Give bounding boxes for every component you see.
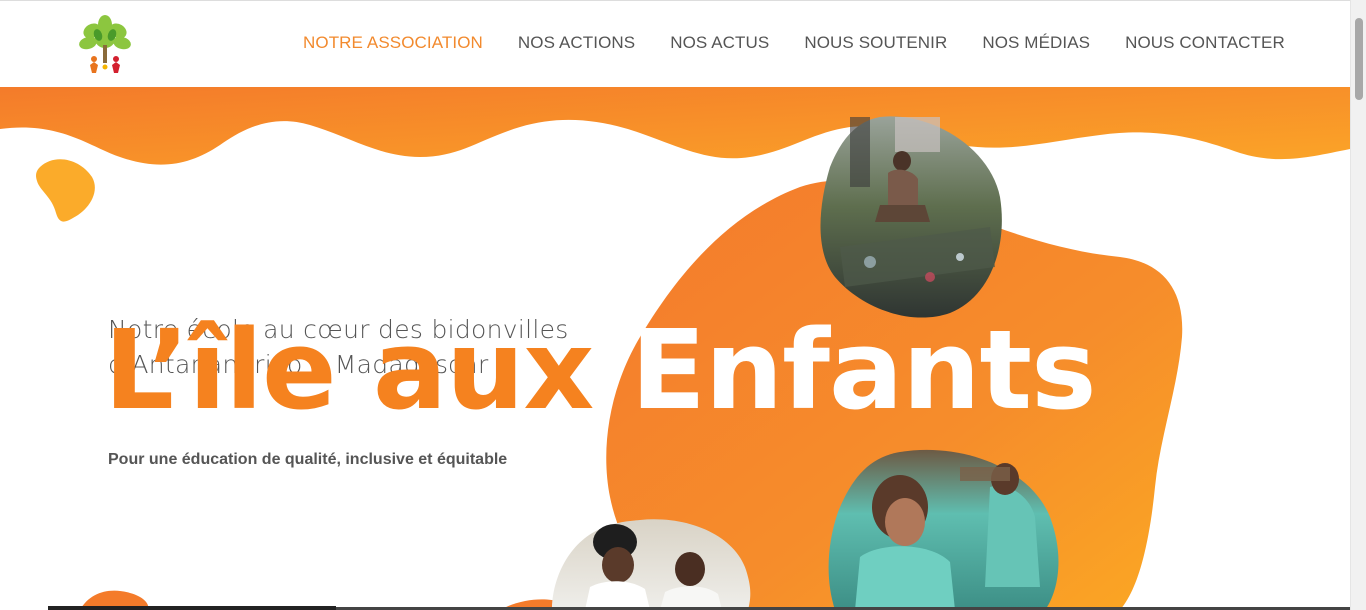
bottom-divider: [48, 606, 336, 610]
nav-item-nos-actus[interactable]: NOS ACTUS: [670, 33, 769, 53]
page-scrollbar[interactable]: [1350, 0, 1366, 610]
hero-title-white: Enfants: [630, 306, 1097, 434]
hero-section: Notre école au cœur des bidonvilles d'An…: [0, 87, 1350, 610]
nav-item-nos-medias[interactable]: NOS MÉDIAS: [982, 33, 1090, 53]
nav-item-notre-association[interactable]: NOTRE ASSOCIATION: [303, 33, 483, 53]
hero-title: L’île aux Enfants: [104, 310, 1097, 430]
association-logo[interactable]: [78, 11, 132, 79]
nav-item-nous-soutenir[interactable]: NOUS SOUTENIR: [804, 33, 947, 53]
hero-tagline: Pour une éducation de qualité, inclusive…: [108, 451, 508, 468]
scrollbar-thumb[interactable]: [1355, 18, 1363, 100]
hero-title-orange: L’île aux: [104, 306, 594, 434]
nav-item-nous-contacter[interactable]: NOUS CONTACTER: [1125, 33, 1285, 53]
site-header: NOTRE ASSOCIATION NOS ACTIONS NOS ACTUS …: [0, 0, 1350, 87]
page: NOTRE ASSOCIATION NOS ACTIONS NOS ACTUS …: [0, 0, 1350, 610]
nav-item-nos-actions[interactable]: NOS ACTIONS: [518, 33, 635, 53]
main-nav: NOTRE ASSOCIATION NOS ACTIONS NOS ACTUS …: [303, 33, 1285, 53]
